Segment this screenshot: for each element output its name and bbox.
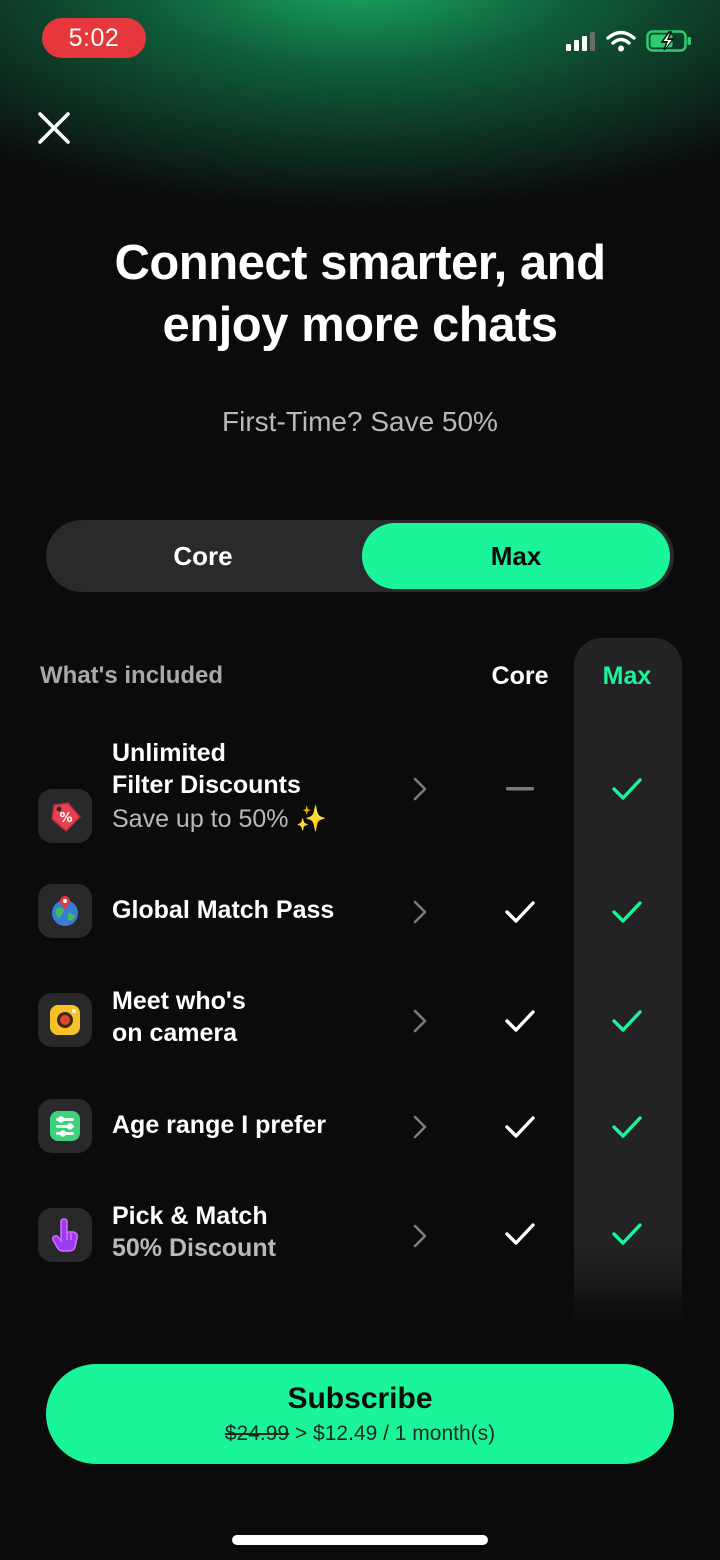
subscribe-label: Subscribe	[287, 1382, 433, 1415]
feature-title: Global Match Pass	[112, 896, 335, 924]
subscribe-price: $24.99 > $12.49 / 1 month(s)	[46, 1422, 674, 1446]
wifi-icon	[606, 30, 636, 52]
page-headline: Connect smarter, and enjoy more chats	[0, 232, 720, 356]
core-included-check	[470, 1107, 570, 1147]
battery-charging-icon	[646, 30, 691, 52]
feature-title-line-1: Pick & Match	[112, 1202, 268, 1230]
feature-title-line-2: on camera	[112, 1019, 238, 1047]
pointing-hand-icon	[38, 1208, 92, 1262]
dash-icon	[506, 787, 534, 791]
check-icon	[612, 778, 642, 800]
cellular-signal-icon	[566, 32, 595, 51]
feature-title: Age range I prefer	[112, 1111, 326, 1139]
svg-text:%: %	[59, 811, 72, 826]
feature-title-line-2: Filter Discounts	[112, 771, 301, 799]
feature-subtitle: Save up to 50% ✨	[112, 805, 327, 833]
feature-text: Pick & Match 50% Discount	[112, 1200, 276, 1264]
status-icons	[566, 30, 692, 52]
max-included-check	[577, 1214, 677, 1254]
comparison-table-header: What's included Core Max	[0, 656, 720, 700]
chevron-right-icon	[413, 1224, 427, 1248]
feature-title-line-2: 50% Discount	[112, 1234, 276, 1262]
check-icon	[505, 1010, 535, 1032]
camera-icon	[38, 993, 92, 1047]
subscribe-button[interactable]: Subscribe $24.99 > $12.49 / 1 month(s)	[46, 1364, 674, 1464]
max-included-check	[577, 1107, 677, 1147]
feature-title-line-1: Meet who's	[112, 987, 246, 1015]
check-icon	[612, 901, 642, 923]
feature-text: Age range I prefer	[112, 1109, 326, 1141]
status-bar: 5:02	[0, 0, 720, 80]
headline-line-2: enjoy more chats	[162, 298, 558, 352]
scroll-fade	[0, 1285, 720, 1355]
core-included-check	[470, 1001, 570, 1041]
check-icon	[505, 1223, 535, 1245]
max-included-check	[577, 769, 677, 809]
chevron-right-icon	[413, 1115, 427, 1139]
discount-tag-icon: %	[38, 789, 92, 843]
home-indicator[interactable]	[232, 1535, 488, 1545]
discounted-price: $12.49 / 1 month(s)	[313, 1422, 496, 1445]
plan-toggle-core[interactable]: Core	[46, 520, 360, 592]
whats-included-label: What's included	[40, 662, 224, 689]
max-included-check	[577, 892, 677, 932]
page-subheadline: First-Time? Save 50%	[222, 406, 498, 437]
feature-row-filter-discounts[interactable]: % Unlimited Filter Discounts Save up to …	[0, 735, 720, 845]
core-column-header: Core	[491, 662, 549, 690]
feature-text: Global Match Pass	[112, 894, 334, 926]
price-separator: >	[289, 1422, 314, 1445]
chevron-right-icon	[413, 1009, 427, 1033]
check-icon	[505, 901, 535, 923]
check-icon	[612, 1223, 642, 1245]
feature-text: Meet who's on camera	[112, 985, 246, 1049]
check-icon	[612, 1116, 642, 1138]
check-icon	[505, 1116, 535, 1138]
core-included-check	[470, 892, 570, 932]
check-icon	[612, 1010, 642, 1032]
max-included-check	[577, 1001, 677, 1041]
max-column-header: Max	[602, 662, 652, 690]
core-included-check	[470, 1214, 570, 1254]
close-button[interactable]	[32, 106, 76, 150]
sliders-icon	[38, 1099, 92, 1153]
feature-row-pick-and-match[interactable]: Pick & Match 50% Discount	[0, 1200, 720, 1270]
original-price: $24.99	[224, 1422, 290, 1445]
headline-line-1: Connect smarter, and	[114, 236, 606, 290]
chevron-right-icon	[413, 900, 427, 924]
feature-title-line-1: Unlimited	[112, 739, 226, 767]
plan-toggle-max[interactable]: Max	[362, 523, 670, 589]
core-unavailable-dash	[470, 769, 570, 809]
status-time: 5:02	[42, 18, 146, 58]
plan-toggle: Core Max	[46, 520, 674, 592]
close-icon	[38, 112, 70, 144]
globe-pin-icon	[38, 884, 92, 938]
feature-row-meet-on-camera[interactable]: Meet who's on camera	[0, 985, 720, 1055]
feature-row-global-match-pass[interactable]: Global Match Pass	[0, 884, 720, 940]
chevron-right-icon	[413, 777, 427, 801]
feature-row-age-range[interactable]: Age range I prefer	[0, 1099, 720, 1155]
feature-text: Unlimited Filter Discounts Save up to 50…	[112, 737, 327, 837]
